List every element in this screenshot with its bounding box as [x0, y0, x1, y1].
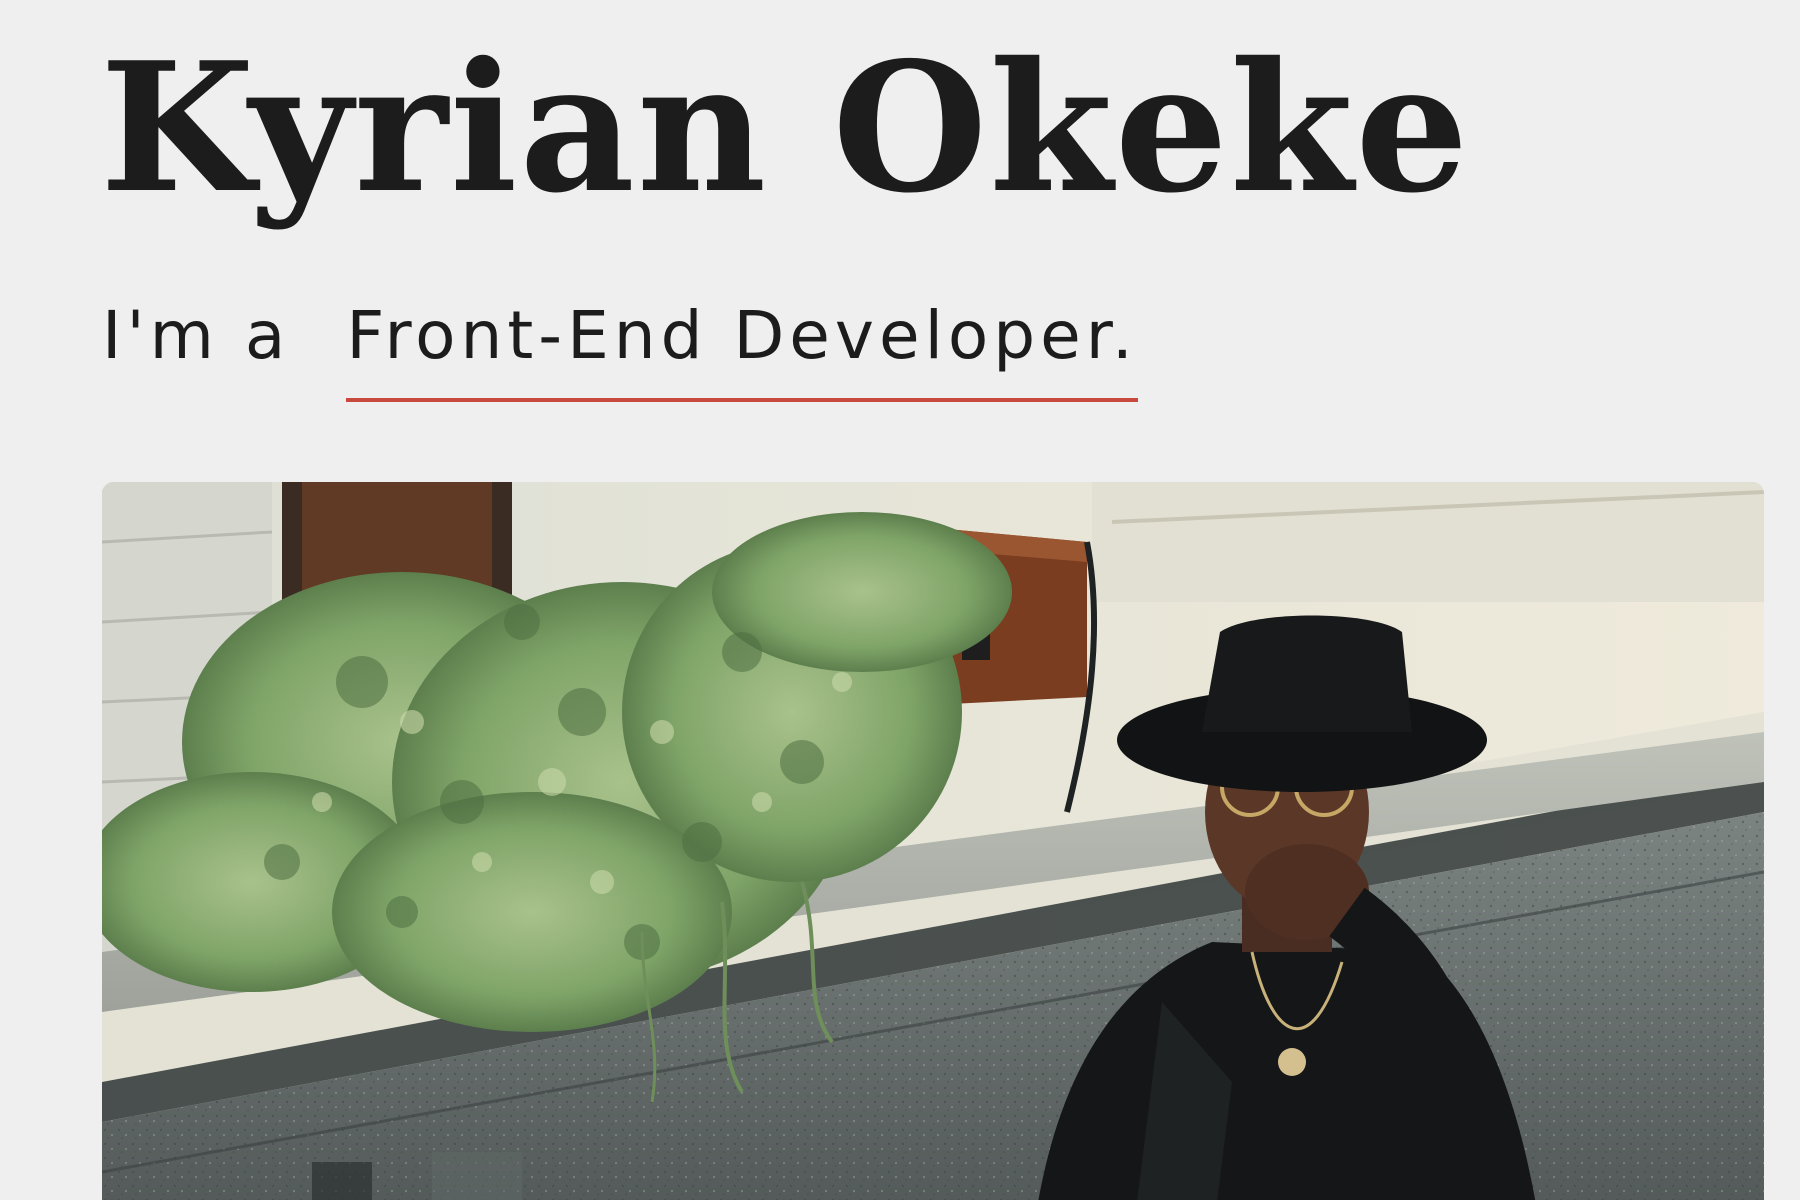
- hero-tagline: I'm a Front-End Developer.: [102, 296, 1138, 402]
- hero-photo: [102, 482, 1764, 1200]
- tagline-prefix: I'm a: [102, 297, 291, 374]
- portrait-photo-illustration: [102, 482, 1764, 1200]
- hero-name: Kyrian Okeke: [100, 23, 1471, 232]
- tagline-role: Front-End Developer.: [346, 296, 1138, 402]
- portfolio-page: Kyrian Okeke I'm a Front-End Developer.: [0, 0, 1800, 1200]
